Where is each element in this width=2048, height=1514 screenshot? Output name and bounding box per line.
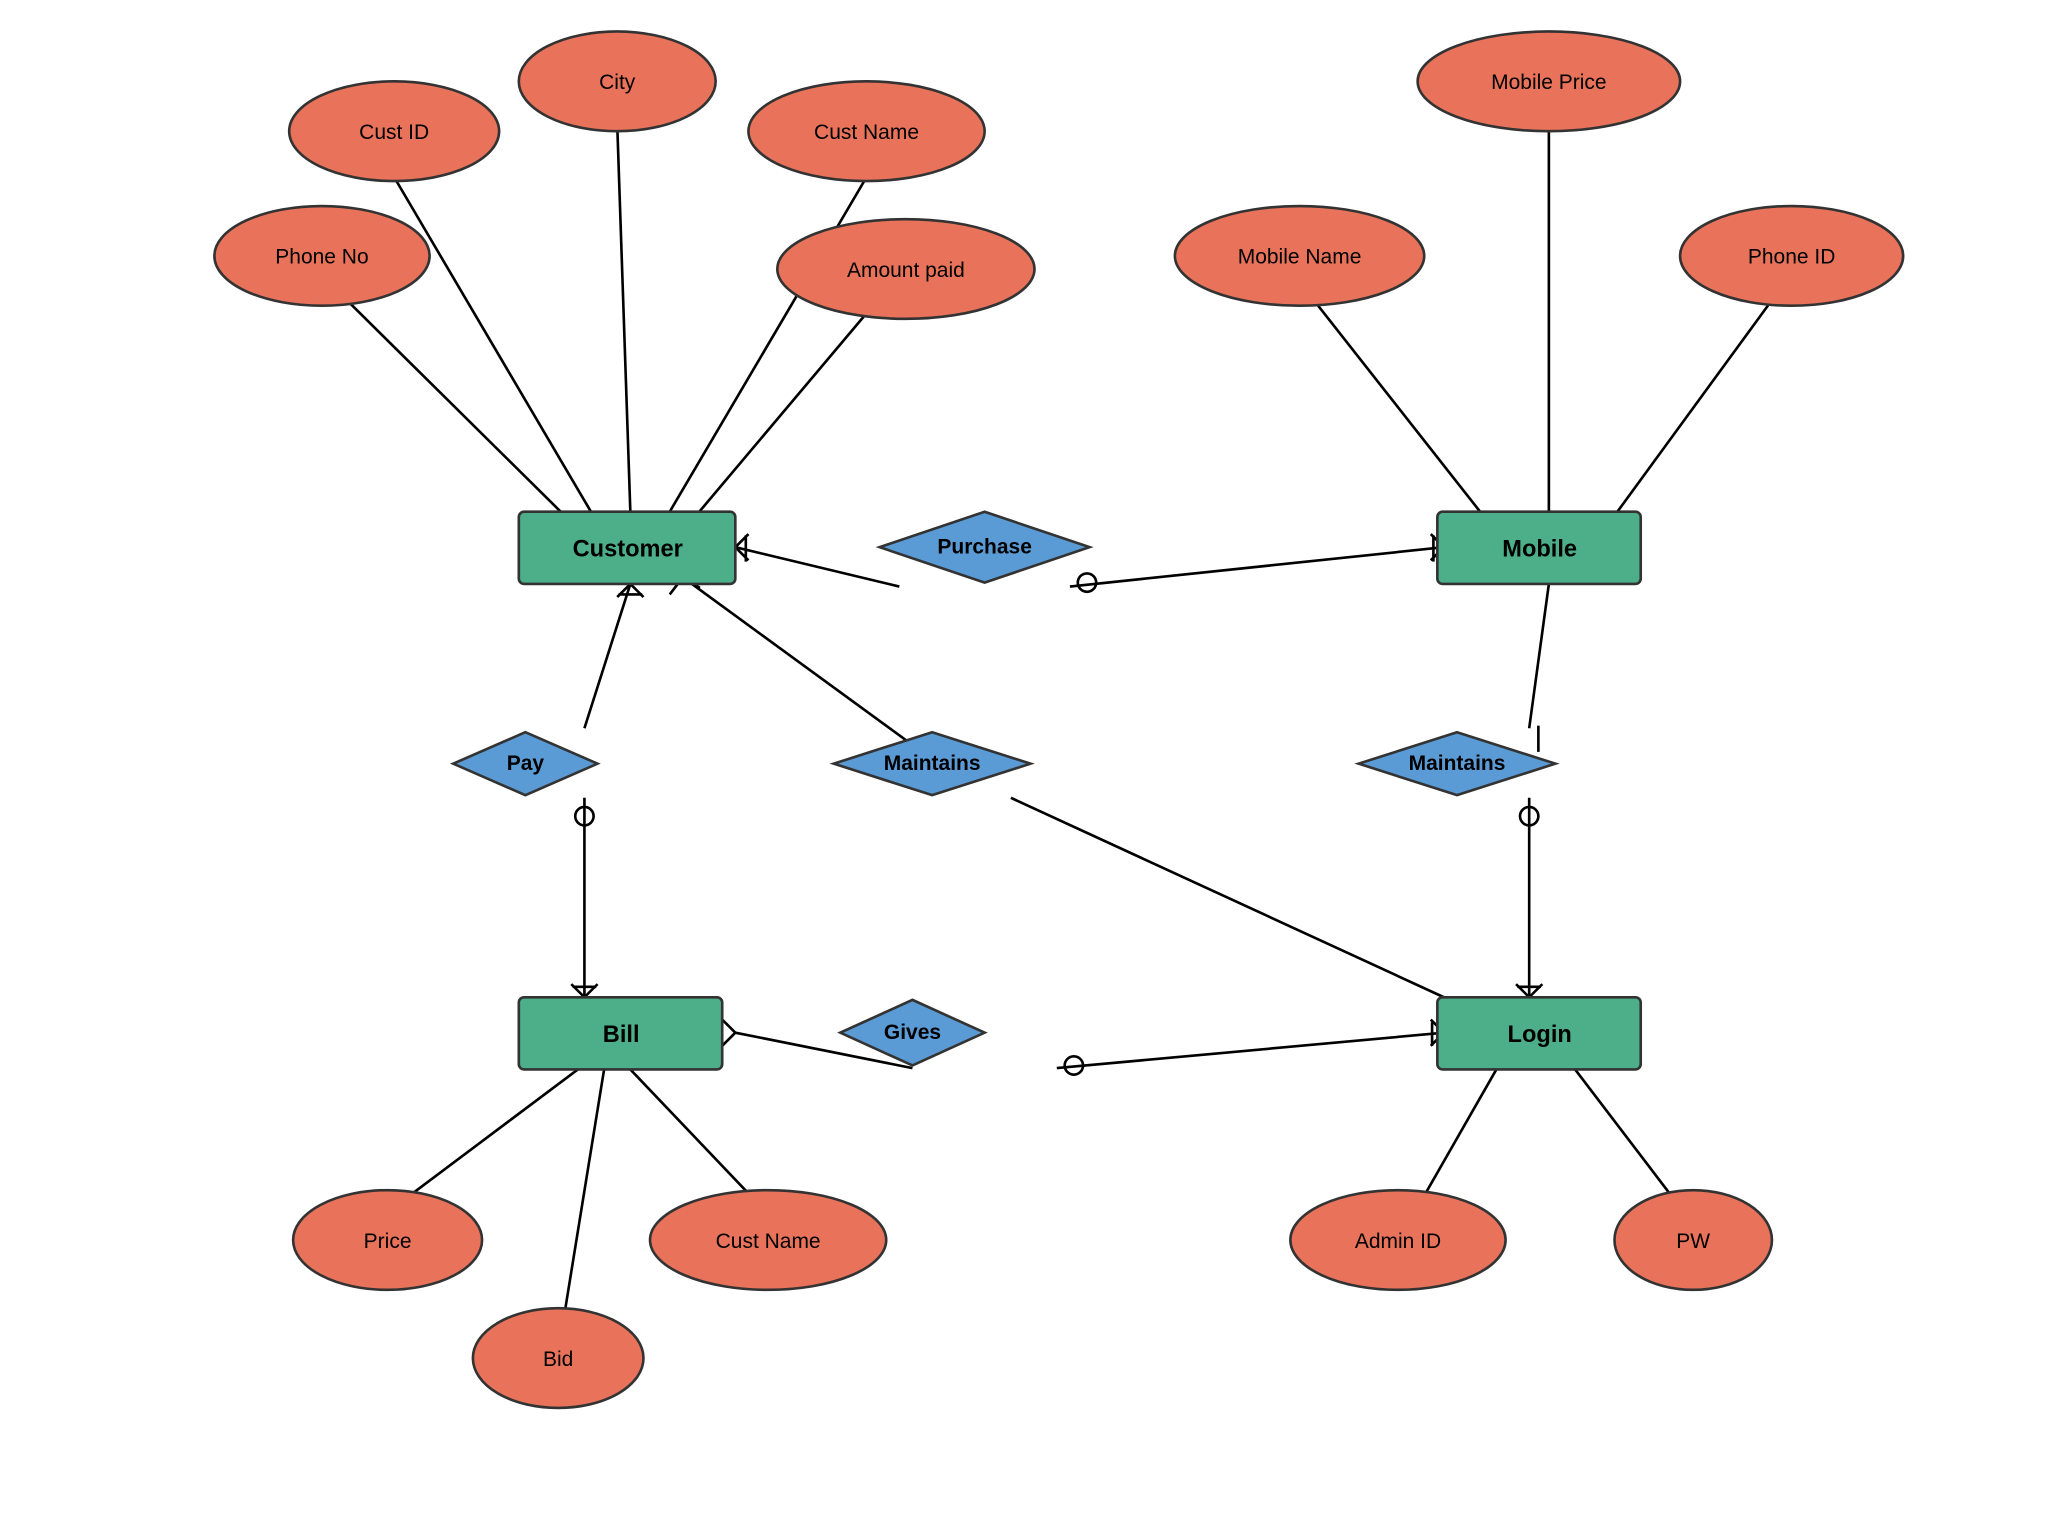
- rel-pay-label: Pay: [507, 752, 545, 775]
- rel-gives-label: Gives: [884, 1021, 941, 1044]
- rel-maintains-right-label: Maintains: [1409, 752, 1506, 775]
- entity-bill-label: Bill: [603, 1022, 640, 1048]
- entity-customer-label: Customer: [573, 536, 683, 562]
- entity-login-label: Login: [1508, 1022, 1572, 1048]
- attr-phone-id-label: Phone ID: [1748, 246, 1836, 269]
- attr-cust-id-label: Cust ID: [359, 121, 429, 144]
- attr-mobile-name-label: Mobile Name: [1238, 246, 1362, 269]
- entity-mobile-label: Mobile: [1502, 536, 1577, 562]
- attr-cust-name-bill-label: Cust Name: [716, 1230, 821, 1253]
- er-diagram: Cust ID City Cust Name Phone No Amount p…: [0, 0, 2048, 1509]
- attr-admin-id-label: Admin ID: [1355, 1230, 1441, 1253]
- attr-cust-name-label: Cust Name: [814, 121, 919, 144]
- attr-phone-no-label: Phone No: [275, 246, 368, 269]
- rel-maintains-center-label: Maintains: [884, 752, 981, 775]
- attr-amount-paid-label: Amount paid: [847, 259, 965, 282]
- attr-price-label: Price: [364, 1230, 412, 1253]
- attr-mobile-price-label: Mobile Price: [1491, 71, 1606, 94]
- rel-purchase-label: Purchase: [937, 536, 1031, 559]
- attr-pw-label: PW: [1676, 1230, 1710, 1253]
- attr-bid-label: Bid: [543, 1348, 573, 1371]
- attr-city-label: City: [599, 71, 636, 94]
